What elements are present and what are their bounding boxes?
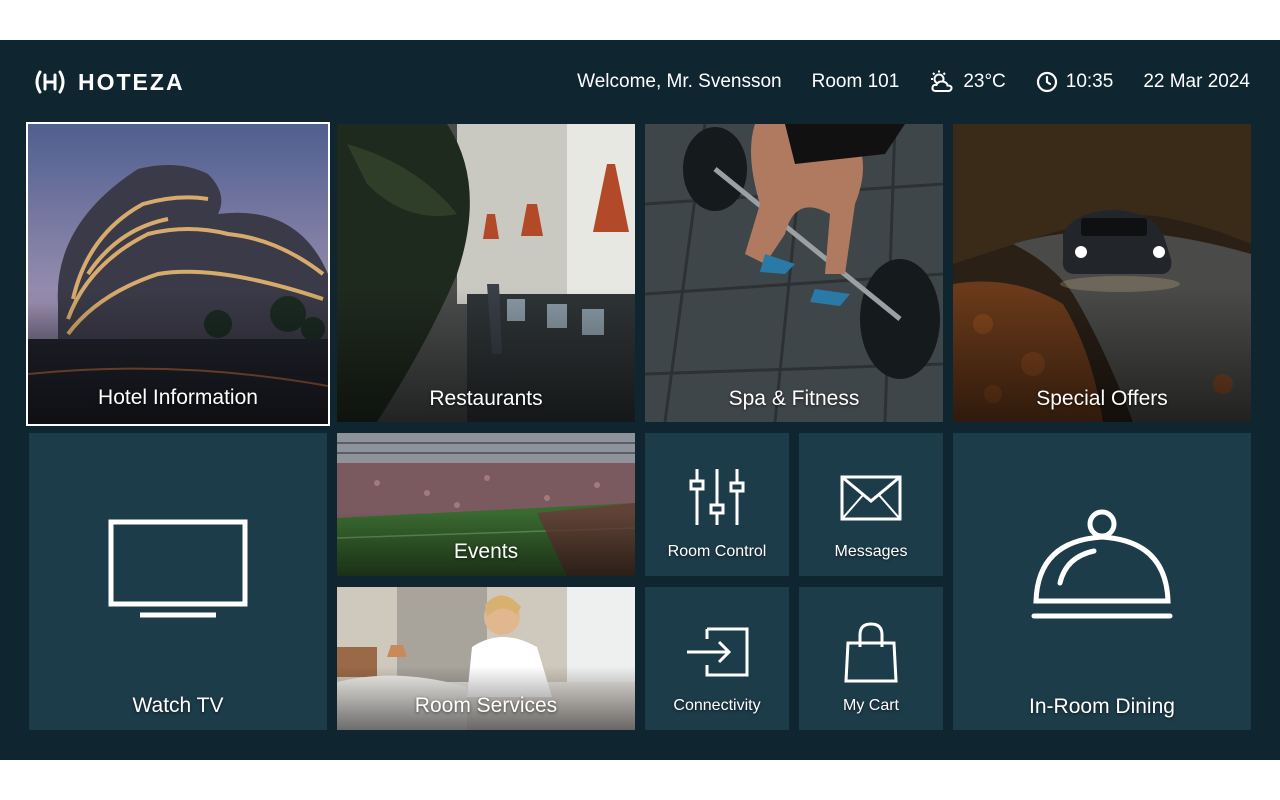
tile-label: Messages — [834, 543, 908, 560]
guest-welcome: Welcome, Mr. Svensson — [577, 71, 782, 93]
date-text: 22 Mar 2024 — [1143, 71, 1250, 92]
sliders-icon — [689, 469, 745, 525]
tile-messages[interactable]: Messages — [799, 433, 943, 576]
tile-watch-tv[interactable]: Watch TV — [29, 433, 327, 730]
partly-cloudy-icon — [931, 70, 953, 92]
tile-label: Room Services — [414, 694, 558, 717]
clock: 10:35 — [1036, 71, 1114, 93]
temperature: 23°C — [963, 71, 1006, 92]
room-number: Room 101 — [812, 71, 900, 93]
hoteza-logo-icon — [35, 70, 65, 94]
envelope-icon — [840, 475, 902, 521]
date: 22 Mar 2024 — [1143, 71, 1250, 93]
clock-icon — [1036, 71, 1057, 93]
tile-label: Spa & Fitness — [728, 387, 860, 410]
tile-spa-fitness[interactable]: Spa & Fitness — [645, 124, 943, 422]
input-arrow-icon — [687, 627, 749, 677]
tile-in-room-dining[interactable]: In-Room Dining — [953, 433, 1251, 730]
tile-connectivity[interactable]: Connectivity — [645, 587, 789, 730]
tile-room-services[interactable]: Room Services — [337, 587, 635, 730]
tile-label: Restaurants — [429, 387, 543, 410]
tv-icon — [108, 519, 248, 618]
status-bar: Welcome, Mr. Svensson Room 101 23°C 10:3… — [577, 70, 1250, 94]
cloche-icon — [1031, 509, 1173, 619]
tile-label: Room Control — [667, 543, 767, 560]
tile-room-control[interactable]: Room Control — [645, 433, 789, 576]
shopping-bag-icon — [844, 622, 898, 683]
fitness-image — [645, 124, 943, 422]
tile-special-offers[interactable]: Special Offers — [953, 124, 1251, 422]
tile-restaurants[interactable]: Restaurants — [337, 124, 635, 422]
brand-logo: HOTEZA — [32, 68, 185, 96]
tile-label: Events — [453, 540, 519, 563]
tile-label: Connectivity — [673, 697, 761, 714]
tile-label: Watch TV — [132, 694, 224, 717]
brand-name: HOTEZA — [78, 68, 185, 95]
hoteza-home-screen: HOTEZA Welcome, Mr. Svensson Room 101 23… — [0, 40, 1280, 760]
weather: 23°C — [929, 70, 1006, 94]
tile-label: My Cart — [843, 697, 899, 714]
tile-label: Hotel Information — [98, 386, 258, 409]
room-text: Room 101 — [811, 71, 900, 92]
tile-label: Special Offers — [1036, 387, 1168, 410]
tile-events[interactable]: Events — [337, 433, 635, 576]
tile-my-cart[interactable]: My Cart — [799, 587, 943, 730]
top-bar: HOTEZA Welcome, Mr. Svensson Room 101 23… — [0, 40, 1280, 124]
welcome-text: Welcome, Mr. Svensson — [577, 71, 782, 92]
tile-hotel-information[interactable]: Hotel Information — [26, 122, 330, 426]
time: 10:35 — [1065, 71, 1114, 92]
tile-label: In-Room Dining — [1029, 695, 1175, 718]
